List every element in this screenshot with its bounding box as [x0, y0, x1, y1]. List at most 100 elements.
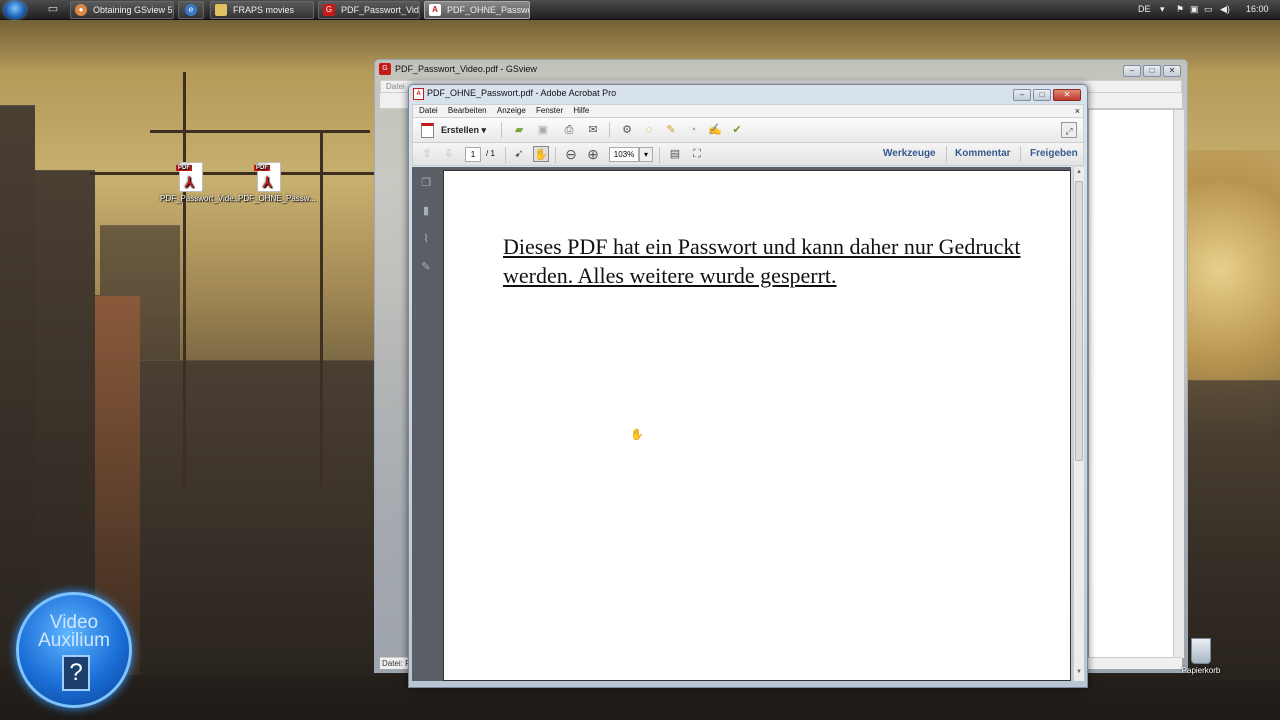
page-number-input[interactable]: 1 — [465, 147, 481, 162]
zoom-dropdown-chevron-icon[interactable]: ▾ — [639, 147, 653, 162]
hand-tool-icon[interactable]: ✋ — [533, 146, 549, 162]
pdf-page[interactable]: Dieses PDF hat ein Passwort und kann dah… — [443, 170, 1071, 681]
desktop-icon-pdf-passwort[interactable]: PDF ⅄ PDF_Passwort_Vide... — [160, 162, 240, 203]
pages-icon[interactable]: ❐ — [418, 175, 434, 191]
gsview-icon: G — [379, 63, 391, 75]
close-button[interactable]: ✕ — [1053, 89, 1081, 101]
menu-datei[interactable]: Datei — [386, 82, 405, 91]
taskbar-button-ie[interactable]: e — [178, 1, 204, 19]
minimize-button[interactable]: – — [1123, 65, 1141, 77]
comment-link[interactable]: Kommentar — [955, 148, 1011, 159]
acrobat-navigation-toolbar: ⇧ ⇩ 1 / 1 ➹ ✋ ⊖ ⊕ 103% ▾ ▤ ⛶ Werkzeuge K… — [412, 143, 1084, 166]
language-indicator[interactable]: DE — [1138, 4, 1151, 14]
email-icon[interactable]: ✉ — [585, 122, 601, 138]
acrobat-icon: A — [413, 88, 424, 100]
zoom-out-icon[interactable]: ⊖ — [563, 146, 579, 162]
taskbar-button-chrome[interactable]: ● Obtaining GSview 5... — [70, 1, 174, 19]
crane-arm — [150, 130, 370, 133]
hand-cursor-icon: ✋ — [630, 429, 644, 441]
save-icon[interactable]: ▣ — [535, 122, 551, 138]
separator — [1020, 146, 1021, 162]
menu-datei[interactable]: Datei — [419, 105, 438, 117]
clock[interactable]: 16:00 — [1246, 4, 1269, 14]
fullscreen-icon[interactable]: ⛶ — [689, 146, 705, 162]
fit-page-icon[interactable]: ▤ — [667, 146, 683, 162]
separator — [946, 146, 947, 162]
taskbar-button-label: PDF_OHNE_Passwort... — [447, 5, 530, 15]
menu-hilfe[interactable]: Hilfe — [573, 105, 589, 117]
zoom-in-icon[interactable]: ⊕ — [585, 146, 601, 162]
chevron-down-icon[interactable]: ▾ — [1160, 4, 1165, 15]
acrobat-titlebar[interactable]: A PDF_OHNE_Passwort.pdf - Adobe Acrobat … — [409, 85, 1087, 103]
menu-anzeige[interactable]: Anzeige — [497, 105, 526, 117]
window-controls: – □ ✕ — [1121, 61, 1181, 77]
maximize-button[interactable]: □ — [1143, 65, 1161, 77]
show-desktop-icon[interactable]: ▭ — [46, 3, 60, 16]
taskbar-button-gsview[interactable]: G PDF_Passwort_Video... — [318, 1, 420, 19]
zoom-input[interactable]: 103% — [609, 147, 639, 162]
recycle-bin[interactable]: Papierkorb — [1178, 638, 1224, 675]
flag-icon[interactable]: ⚑ — [1176, 4, 1184, 15]
select-cursor-icon[interactable]: ➹ — [511, 146, 527, 162]
desktop-icon-label: PDF_OHNE_Passw... — [238, 194, 316, 203]
monitor-icon[interactable]: ▭ — [1204, 4, 1213, 15]
print-icon[interactable]: ⎙ — [561, 122, 577, 138]
close-button[interactable]: ✕ — [1163, 65, 1181, 77]
open-folder-icon[interactable]: ▰ — [511, 122, 527, 138]
attach-icon[interactable]: ◔ — [685, 122, 701, 138]
page-total: / 1 — [486, 149, 495, 158]
volume-icon[interactable]: ◀) — [1220, 4, 1230, 15]
window-title: PDF_OHNE_Passwort.pdf - Adobe Acrobat Pr… — [427, 88, 617, 98]
separator — [659, 147, 660, 163]
crane — [183, 72, 186, 492]
separator — [505, 147, 506, 163]
settings-icon[interactable]: ⚙ — [619, 122, 635, 138]
create-button[interactable]: Erstellen ▾ — [419, 122, 486, 140]
share-link[interactable]: Freigeben — [1030, 148, 1078, 159]
start-button[interactable] — [4, 1, 26, 19]
gsview-titlebar[interactable]: G PDF_Passwort_Video.pdf - GSview – □ ✕ — [375, 60, 1187, 78]
pdf-file-icon: PDF ⅄ — [176, 162, 203, 192]
building — [1188, 380, 1280, 680]
gsview-document-area — [1089, 110, 1182, 658]
expand-icon[interactable]: ⤢ — [1061, 122, 1077, 138]
maximize-button[interactable]: □ — [1033, 89, 1051, 101]
prev-page-icon[interactable]: ⇧ — [419, 146, 435, 162]
bookmark-icon[interactable]: ▮ — [418, 203, 434, 219]
scroll-down-icon[interactable]: ▼ — [1075, 669, 1083, 679]
network-icon[interactable]: ▣ — [1190, 4, 1199, 15]
next-page-icon[interactable]: ⇩ — [441, 146, 457, 162]
minimize-button[interactable]: – — [1013, 89, 1031, 101]
tools-link[interactable]: Werkzeuge — [883, 148, 936, 159]
crane — [320, 130, 323, 490]
navigation-pane: ❐ ▮ ⌇ ✎ — [412, 167, 440, 681]
menu-bearbeiten[interactable]: Bearbeiten — [448, 105, 487, 117]
scroll-up-icon[interactable]: ▲ — [1075, 169, 1083, 179]
taskbar-button-fraps[interactable]: FRAPS movies — [210, 1, 314, 19]
gsview-icon: G — [323, 4, 335, 16]
document-area: Dieses PDF hat ein Passwort und kann dah… — [440, 167, 1071, 681]
desktop-icon-pdf-ohne[interactable]: PDF ⅄ PDF_OHNE_Passw... — [238, 162, 316, 203]
highlight-icon[interactable]: ✎ — [663, 122, 679, 138]
gsview-scrollbar[interactable] — [1173, 110, 1184, 658]
sign-icon[interactable]: ✍ — [707, 122, 723, 138]
taskbar-button-label: FRAPS movies — [233, 5, 295, 15]
comment-icon[interactable]: ◌ — [641, 122, 657, 138]
scrollbar-thumb[interactable] — [1075, 181, 1083, 461]
acrobat-menubar: Datei Bearbeiten Anzeige Fenster Hilfe × — [412, 104, 1084, 118]
signature-icon[interactable]: ✎ — [418, 259, 434, 275]
taskbar-button-acrobat[interactable]: A PDF_OHNE_Passwort... — [424, 1, 530, 19]
separator — [609, 122, 610, 138]
trash-icon — [1191, 638, 1211, 664]
close-document-icon[interactable]: × — [1075, 105, 1080, 117]
taskbar: ▭ ● Obtaining GSview 5... e FRAPS movies… — [0, 0, 1280, 20]
document-text: Dieses PDF hat ein Passwort und kann dah… — [503, 234, 1021, 288]
question-mark-icon: ? — [62, 655, 90, 691]
paperclip-icon[interactable]: ⌇ — [418, 231, 434, 247]
acrobat-main-toolbar: Erstellen ▾ ▰ ▣ ⎙ ✉ ⚙ ◌ ✎ ◔ ✍ ✔ ⤢ — [412, 118, 1084, 143]
building — [140, 360, 375, 675]
review-icon[interactable]: ✔ — [729, 122, 745, 138]
document-scrollbar[interactable]: ▲ ▼ — [1073, 167, 1084, 681]
video-auxilium-logo: Video Auxilium ? — [16, 592, 132, 708]
menu-fenster[interactable]: Fenster — [536, 105, 563, 117]
